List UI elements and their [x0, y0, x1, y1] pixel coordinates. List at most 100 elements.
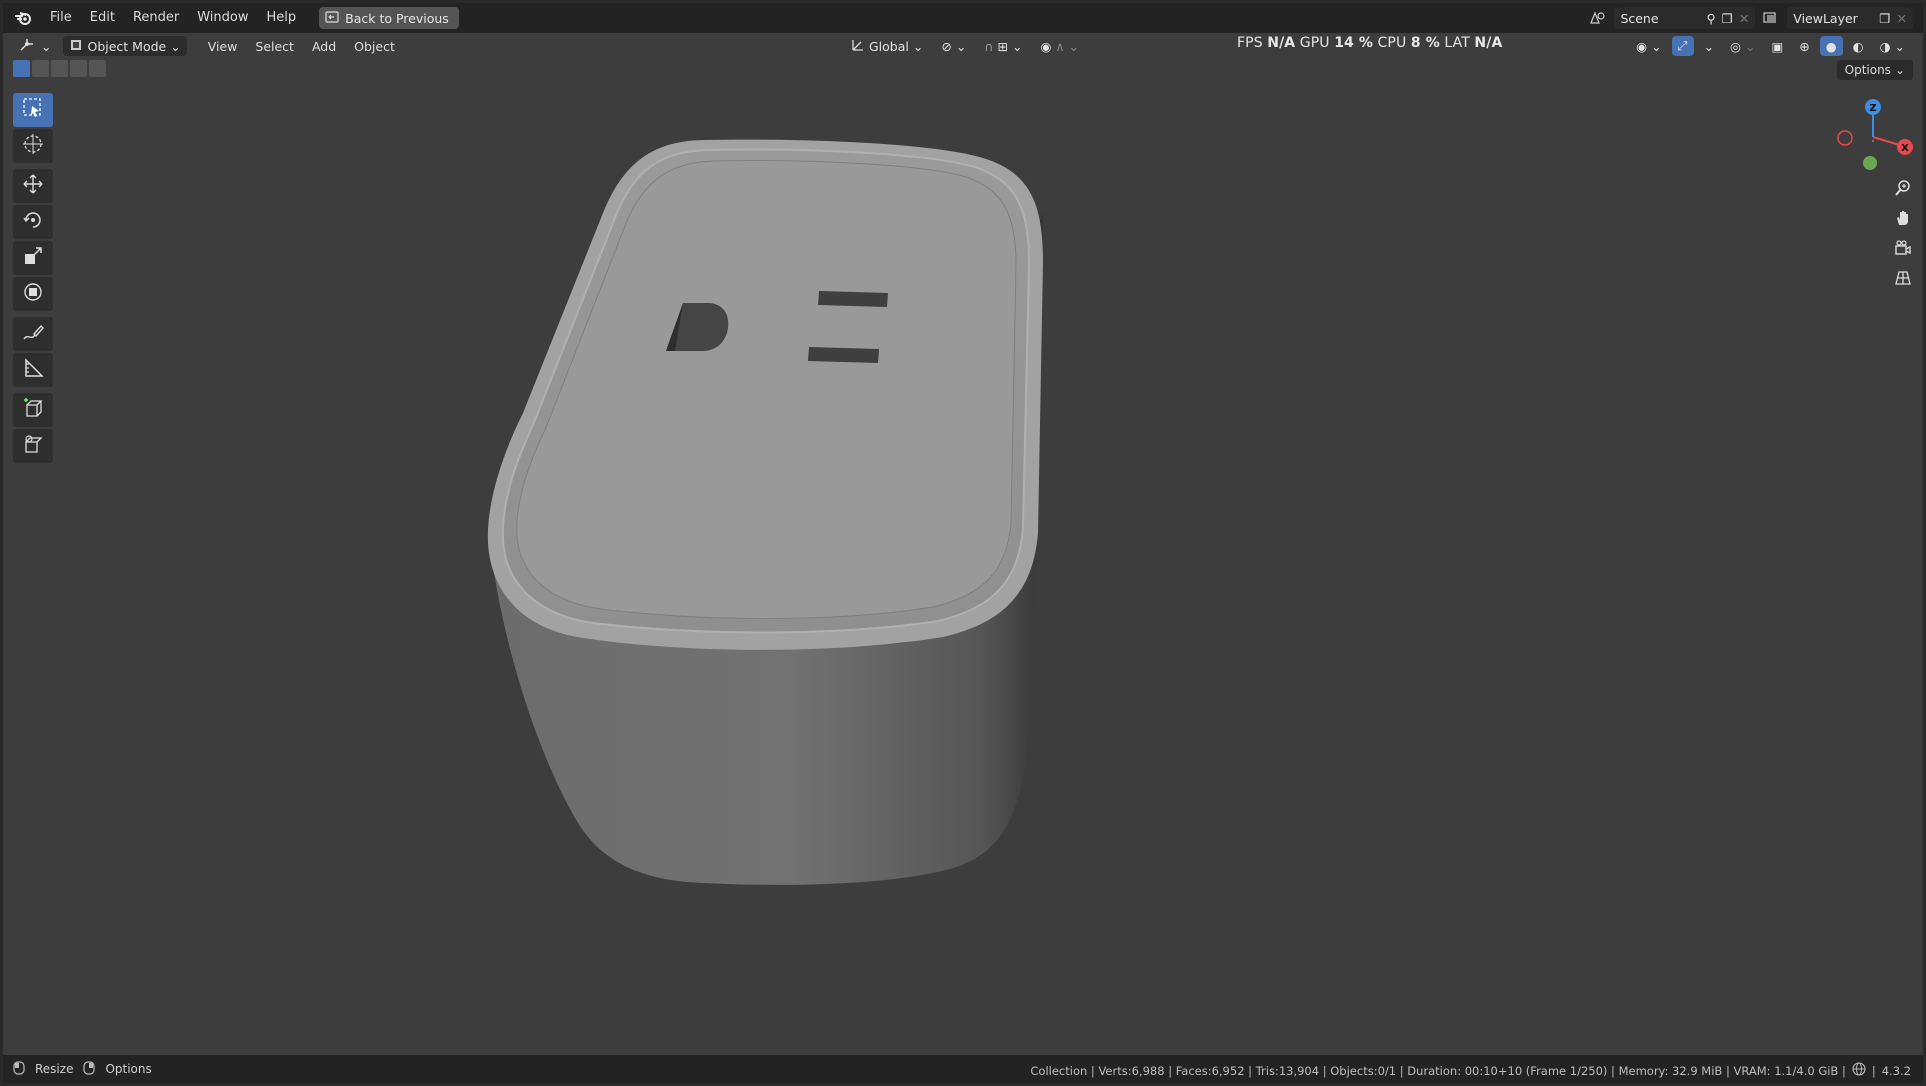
separator: | [1871, 1063, 1876, 1078]
delete-view-layer-icon[interactable]: ✕ [1897, 11, 1907, 26]
shading-solid[interactable]: ● [1819, 36, 1843, 56]
rotate-tool[interactable] [13, 205, 53, 239]
editor-type-button[interactable]: ⌄ [13, 36, 57, 56]
transform-orientation-dropdown[interactable]: Global ⌄ [845, 36, 929, 56]
xray-toggle[interactable]: ▣ [1765, 36, 1789, 56]
view-layer-field[interactable]: ViewLayer ❐ ✕ [1787, 7, 1913, 29]
new-scene-icon[interactable]: ❐ [1722, 11, 1733, 26]
transform-tool[interactable] [13, 277, 53, 311]
viewport-display-tools: ◉ ⌄ ⤢ ⌄ ◎ ⌄ ▣ ⊕ ● ◐ ◑ ⌄ [1630, 36, 1911, 56]
select-box-tool[interactable] [13, 93, 53, 127]
scene-stats-text: Collection | Verts:6,988 | Faces:6,952 |… [1030, 1063, 1846, 1078]
perspective-toggle-button[interactable] [1889, 266, 1917, 294]
cpu-label: CPU [1377, 35, 1407, 51]
shading-material[interactable]: ◐ [1847, 36, 1870, 56]
shading-rendered[interactable]: ◑ ⌄ [1874, 36, 1911, 56]
tool-shelf [13, 93, 53, 465]
chevron-down-icon: ⌄ [1894, 38, 1905, 54]
top-menu-bar: File Edit Render Window Help Back to Pre… [3, 3, 1923, 33]
zoom-icon [1894, 179, 1912, 201]
xray-icon: ▣ [1771, 38, 1784, 54]
gizmo-dropdown[interactable]: ⌄ [1698, 36, 1720, 56]
lat-value: N/A [1474, 35, 1503, 51]
select-box-icon [22, 97, 44, 123]
pin-icon[interactable]: ⚲ [1706, 11, 1715, 26]
viewport-header: ⌄ Object Mode ⌄ View Select Add Object G… [3, 33, 1923, 59]
back-to-previous-button[interactable]: Back to Previous [319, 7, 459, 29]
snap-target-icon: ⊞ [997, 38, 1008, 54]
interaction-mode-dropdown[interactable]: Object Mode ⌄ [63, 36, 187, 56]
select-intersect-icon[interactable] [89, 60, 106, 77]
menu-render[interactable]: Render [124, 7, 188, 29]
pivot-point-dropdown[interactable]: ⊘ ⌄ [935, 36, 972, 56]
fps-value: N/A [1267, 35, 1296, 51]
options-label: Options [1844, 63, 1891, 77]
scene-selector-icon[interactable] [1588, 8, 1608, 28]
selection-mode-buttons [13, 60, 106, 77]
camera-view-button[interactable] [1889, 236, 1917, 264]
shading-wireframe[interactable]: ⊕ [1793, 36, 1815, 56]
menu-view[interactable]: View [199, 39, 247, 54]
menu-window[interactable]: Window [188, 7, 257, 29]
annotate-pencil-icon [22, 321, 44, 347]
blender-logo-icon[interactable] [11, 6, 35, 30]
view-layer-selector-icon[interactable] [1761, 8, 1781, 28]
select-invert-icon[interactable] [70, 60, 87, 77]
status-bar: Resize Options Collection | Verts:6,988 … [3, 1055, 1923, 1083]
status-resize: Resize [35, 1062, 74, 1076]
extra-add-tool[interactable] [13, 429, 53, 463]
magnet-icon: ∩ [984, 38, 994, 54]
add-cube-tool[interactable] [13, 393, 53, 427]
menu-select[interactable]: Select [246, 39, 303, 54]
proportional-editing-toggle[interactable]: ◉ ∧ ⌄ [1034, 36, 1085, 56]
gizmo-neg-x-icon[interactable] [1837, 130, 1853, 146]
grid-perspective-icon [1894, 269, 1912, 291]
gizmo-y-axis-icon[interactable] [1863, 156, 1877, 170]
gizmo-toggle[interactable]: ⤢ [1671, 36, 1694, 56]
zoom-view-button[interactable] [1889, 176, 1917, 204]
menu-add[interactable]: Add [303, 39, 345, 54]
transform-tools: Global ⌄ ⊘ ⌄ ∩ ⊞ ⌄ ◉ ∧ ⌄ [845, 36, 1085, 56]
menu-help[interactable]: Help [258, 7, 306, 29]
measure-tool[interactable] [13, 353, 53, 387]
smart-plug-model[interactable] [3, 33, 1926, 1061]
chevron-down-icon: ⌄ [1651, 38, 1662, 54]
pan-view-button[interactable] [1889, 206, 1917, 234]
topbar-right: Scene ⚲ ❐ ✕ ViewLayer ❐ ✕ [1588, 7, 1913, 29]
rotate-icon [22, 209, 44, 235]
select-new-icon[interactable] [13, 60, 30, 77]
cpu-value: 8 % [1410, 35, 1440, 51]
fps-label: FPS [1237, 35, 1263, 51]
performance-stats: FPS N/A GPU 14 % CPU 8 % LAT N/A [1237, 35, 1502, 51]
options-dropdown[interactable]: Options ⌄ [1836, 60, 1913, 80]
transform-icon [22, 281, 44, 307]
gizmo-icon: ⤢ [1677, 38, 1688, 53]
gizmo-z-label: Z [1869, 103, 1876, 114]
scale-tool[interactable] [13, 241, 53, 275]
scene-name-field[interactable]: Scene ⚲ ❐ ✕ [1614, 7, 1756, 29]
select-extend-icon[interactable] [32, 60, 49, 77]
overlays-toggle[interactable]: ◎ ⌄ [1724, 36, 1761, 56]
menu-edit[interactable]: Edit [81, 7, 124, 29]
blender-version: 4.3.2 [1881, 1063, 1911, 1078]
delete-scene-icon[interactable]: ✕ [1739, 11, 1749, 26]
select-subtract-icon[interactable] [51, 60, 68, 77]
move-tool[interactable] [13, 169, 53, 203]
gpu-label: GPU [1299, 35, 1330, 51]
3d-viewport[interactable]: ⌄ Object Mode ⌄ View Select Add Object G… [3, 33, 1923, 1061]
annotate-tool[interactable] [13, 317, 53, 351]
gizmo-x-label: X [1901, 143, 1909, 154]
snap-toggle[interactable]: ∩ ⊞ ⌄ [978, 36, 1028, 56]
move-icon [22, 173, 44, 199]
back-to-previous-label: Back to Previous [345, 10, 449, 26]
scene-name: Scene [1620, 10, 1659, 26]
menu-file[interactable]: File [41, 7, 81, 29]
scale-icon [22, 245, 44, 271]
new-view-layer-icon[interactable]: ❐ [1879, 11, 1890, 26]
camera-icon [1894, 239, 1912, 261]
hand-icon [1894, 209, 1912, 231]
cursor-tool[interactable] [13, 129, 53, 163]
menu-object[interactable]: Object [345, 39, 404, 54]
cursor-icon [22, 133, 44, 159]
visibility-dropdown[interactable]: ◉ ⌄ [1630, 36, 1667, 56]
